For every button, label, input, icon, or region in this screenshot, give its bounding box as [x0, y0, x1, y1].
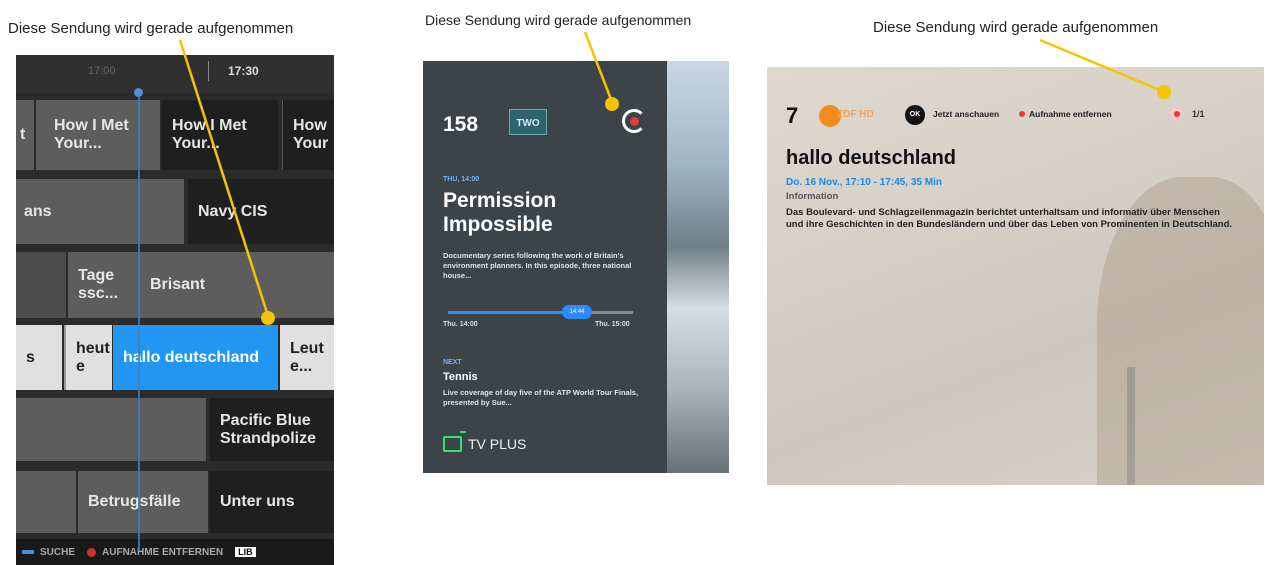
epg-cell[interactable]: s: [16, 325, 62, 390]
epg-cell[interactable]: Betrugsfälle: [78, 471, 208, 533]
time-divider: [208, 61, 209, 81]
progress-bar: 14:44: [448, 305, 633, 319]
epg-cell[interactable]: t: [16, 100, 34, 170]
epg-cell-empty[interactable]: [16, 471, 76, 533]
next-label: NEXT: [443, 359, 462, 366]
channel-number: 7: [786, 103, 799, 128]
now-label: THU, 14:00: [443, 176, 480, 183]
page-indicator: 1/1: [1192, 109, 1205, 119]
epg-cell[interactable]: How Your: [282, 100, 334, 170]
remove-recording-action[interactable]: Aufnahme entfernen: [1029, 109, 1112, 119]
time-label-now: 17:30: [228, 64, 259, 78]
time-label-past: 17:00: [88, 65, 116, 77]
caption-middle: Diese Sendung wird gerade aufgenommen: [425, 12, 692, 28]
recording-dot-icon: [630, 117, 639, 126]
epg-cell-empty[interactable]: [16, 252, 66, 318]
tv-plus-icon: [443, 431, 466, 452]
epg-cell[interactable]: Unter uns: [210, 471, 334, 533]
next-description: Live coverage of day five of the ATP Wor…: [443, 388, 639, 407]
epg-grid-screenshot: 17:00 17:30 t How I Met Your... How I Me…: [16, 55, 334, 565]
epg-cell[interactable]: Brisant: [140, 252, 334, 318]
program-description: Das Boulevard- und Schlagzeilenmagazin b…: [786, 207, 1233, 230]
epg-cell[interactable]: heut e: [64, 325, 112, 390]
recording-indicator-icon: [1170, 107, 1184, 121]
program-time: Do. 16 Nov., 17:10 - 17:45, 35 Min: [786, 177, 942, 188]
channel-logo-text: ZDF HD: [837, 109, 874, 120]
epg-cell[interactable]: How I Met Your...: [162, 100, 278, 170]
epg-cell[interactable]: Pacific Blue Strandpolize: [210, 398, 334, 461]
red-key-icon: [87, 547, 97, 557]
current-time-marker: [134, 88, 143, 97]
time-bar: 17:00 17:30: [16, 55, 334, 93]
brand-text: TV PLUS: [468, 436, 527, 452]
time-start: Thu. 14:00: [443, 321, 478, 328]
watch-now-action[interactable]: Jetzt anschauen: [933, 109, 999, 119]
caption-left: Diese Sendung wird gerade aufgenommen: [8, 20, 294, 37]
epg-bottom-bar: SUCHE AUFNAHME ENTFERNEN LIB: [16, 539, 334, 565]
epg-cell[interactable]: Navy CIS: [188, 179, 334, 244]
tv-plus-logo: TV PLUS: [443, 431, 527, 452]
library-action[interactable]: LIB: [235, 547, 256, 557]
background-pole: [1127, 367, 1135, 485]
next-title: Tennis: [443, 371, 478, 383]
epg-cell[interactable]: Leut e...: [280, 325, 334, 390]
current-time-line: [138, 91, 140, 551]
progress-fill: [448, 311, 571, 314]
channel-logo: TWO: [509, 109, 547, 135]
mobile-detail-screenshot: 158 TWO THU, 14:00 Permission Impossible…: [423, 61, 729, 473]
progress-badge: 14:44: [562, 305, 592, 319]
epg-cell[interactable]: Tage ssc...: [68, 252, 140, 318]
program-genre: Information: [786, 191, 839, 202]
search-action[interactable]: SUCHE: [40, 547, 75, 558]
epg-cell[interactable]: How I Met Your...: [36, 100, 160, 170]
ok-button-icon[interactable]: OK: [905, 105, 925, 125]
time-end: Thu. 15:00: [595, 321, 630, 328]
channel-number: 158: [443, 113, 479, 136]
tv-overlay-screenshot: 7 ZDF HD OK Jetzt anschauen Aufnahme ent…: [767, 67, 1264, 485]
epg-cell[interactable]: ans: [16, 179, 184, 244]
epg-cell-empty[interactable]: [16, 398, 206, 461]
program-title: hallo deutschland: [786, 147, 957, 169]
blue-key-icon: [22, 550, 34, 554]
red-key-icon: [1019, 111, 1025, 117]
remove-recording-action[interactable]: AUFNAHME ENTFERNEN: [102, 547, 223, 558]
program-title: Permission Impossible: [443, 189, 557, 236]
caption-right: Diese Sendung wird gerade aufgenommen: [873, 19, 1159, 36]
program-description: Documentary series following the work of…: [443, 251, 632, 280]
background-video: [667, 61, 729, 473]
